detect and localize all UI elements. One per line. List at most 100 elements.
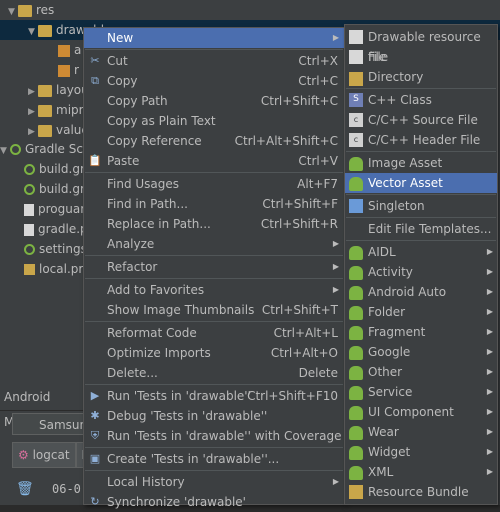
submenu-item-label: Widget xyxy=(368,445,411,459)
tab-logcat[interactable]: ⚙ logcat xyxy=(12,442,76,468)
submenu-arrow-icon: ▶ xyxy=(332,262,339,271)
submenu-arrow-icon: ▶ xyxy=(486,407,493,416)
menu-item[interactable]: Delete... Delete xyxy=(84,363,344,383)
droid-icon xyxy=(349,386,363,400)
submenu-item[interactable]: Edit File Templates... xyxy=(345,219,497,239)
submenu-item[interactable]: S C++ Class xyxy=(345,90,497,110)
folder-icon xyxy=(349,72,363,86)
submenu-item[interactable]: Image Asset xyxy=(345,153,497,173)
menu-item[interactable]: New ▶ xyxy=(84,28,344,48)
expand-arrow-icon[interactable]: ▼ xyxy=(0,141,10,161)
menu-item-label: Local History xyxy=(107,475,185,489)
submenu-arrow-icon: ▶ xyxy=(486,307,493,316)
submenu-item[interactable]: Android Auto ▶ xyxy=(345,282,497,302)
menu-item-label: Copy Reference xyxy=(107,134,202,148)
tree-item[interactable]: a xyxy=(48,40,81,60)
menu-item[interactable]: Optimize Imports Ctrl+Alt+O xyxy=(84,343,344,363)
cdoc-icon: c xyxy=(349,133,363,147)
menu-item[interactable]: 📋 Paste Ctrl+V xyxy=(84,151,344,171)
droid-icon xyxy=(349,406,363,420)
submenu-item[interactable]: UI Component ▶ xyxy=(345,402,497,422)
menu-separator xyxy=(85,49,343,50)
submenu-arrow-icon: ▶ xyxy=(486,327,493,336)
submenu-item[interactable]: Widget ▶ xyxy=(345,442,497,462)
tree-item[interactable]: ▼ res xyxy=(8,0,54,20)
menu-item[interactable]: Add to Favorites ▶ xyxy=(84,280,344,300)
menu-item[interactable]: ✂ Cut Ctrl+X xyxy=(84,51,344,71)
xml-icon xyxy=(58,44,70,57)
submenu-item[interactable]: XML ▶ xyxy=(345,462,497,482)
submenu-item[interactable]: Wear ▶ xyxy=(345,422,497,442)
menu-item-label: Paste xyxy=(107,154,140,168)
submenu-item-label: AIDL xyxy=(368,245,396,259)
submenu-item[interactable]: Folder ▶ xyxy=(345,302,497,322)
menu-item-label: Add to Favorites xyxy=(107,283,205,297)
menu-separator xyxy=(85,384,343,385)
context-menu: New ▶ ✂ Cut Ctrl+X ⧉ Copy Ctrl+C Copy Path Ctrl+S… xyxy=(83,27,345,509)
submenu-item[interactable]: AIDL ▶ xyxy=(345,242,497,262)
submenu-item[interactable]: Resource Bundle xyxy=(345,482,497,502)
menu-item-shortcut: Ctrl+Shift+C xyxy=(260,94,338,108)
device-selector[interactable]: Samsung xyxy=(12,413,95,435)
submenu-item[interactable]: c C/C++ Source File xyxy=(345,110,497,130)
submenu-item[interactable]: Other ▶ xyxy=(345,362,497,382)
menu-item[interactable]: Copy Reference Ctrl+Alt+Shift+C xyxy=(84,131,344,151)
menu-item-shortcut: Ctrl+Shift+R xyxy=(260,217,338,231)
menu-item-label: Delete... xyxy=(107,366,158,380)
submenu-item-label: Singleton xyxy=(368,199,425,213)
menu-separator xyxy=(85,278,343,279)
menu-item[interactable]: Copy as Plain Text xyxy=(84,111,344,131)
menu-item[interactable]: ▣ Create 'Tests in 'drawable''... xyxy=(84,449,344,469)
menu-item[interactable]: Analyze ▶ xyxy=(84,234,344,254)
expand-arrow-icon[interactable]: ▼ xyxy=(28,22,38,42)
menu-item-label: Find in Path... xyxy=(107,197,188,211)
menu-item[interactable]: ⧉ Copy Ctrl+C xyxy=(84,71,344,91)
expand-arrow-icon[interactable]: ▶ xyxy=(28,82,38,102)
tree-item-label: r xyxy=(74,63,79,77)
submenu-item[interactable]: Fragment ▶ xyxy=(345,322,497,342)
menu-item[interactable]: ↻ Synchronize 'drawable' xyxy=(84,492,344,512)
submenu-arrow-icon: ▶ xyxy=(486,387,493,396)
expand-arrow-icon[interactable]: ▼ xyxy=(8,2,18,22)
gradle-icon xyxy=(10,144,21,155)
submenu-item[interactable]: Singleton xyxy=(345,196,497,216)
tree-item[interactable]: proguard xyxy=(14,199,93,219)
menu-item[interactable]: ⛨ Run 'Tests in 'drawable'' with Coverage xyxy=(84,426,344,446)
submenu-item[interactable]: Google ▶ xyxy=(345,342,497,362)
submenu-item[interactable]: c C/C++ Header File xyxy=(345,130,497,150)
submenu-item-label: C/C++ Source File xyxy=(368,113,478,127)
menu-item-label: Copy xyxy=(107,74,138,88)
droid-icon xyxy=(349,366,363,380)
menu-item[interactable]: ▶ Run 'Tests in 'drawable'' Ctrl+Shift+F10 xyxy=(84,386,344,406)
tree-item-label: a xyxy=(74,43,82,57)
submenu-item[interactable]: Service ▶ xyxy=(345,382,497,402)
menu-item[interactable]: ✱ Debug 'Tests in 'drawable'' xyxy=(84,406,344,426)
menu-item-shortcut: Ctrl+Shift+F10 xyxy=(247,389,338,403)
submenu-item[interactable]: File xyxy=(345,47,497,67)
menu-item[interactable]: Find Usages Alt+F7 xyxy=(84,174,344,194)
submenu-arrow-icon: ▶ xyxy=(332,477,339,486)
log-line: 06-0 xyxy=(52,482,81,496)
expand-arrow-icon[interactable]: ▶ xyxy=(28,102,38,122)
submenu-item-label: Fragment xyxy=(368,325,426,339)
menu-item-icon: ✱ xyxy=(90,409,100,422)
menu-item[interactable]: Replace in Path... Ctrl+Shift+R xyxy=(84,214,344,234)
menu-item[interactable]: Find in Path... Ctrl+Shift+F xyxy=(84,194,344,214)
droid-icon xyxy=(349,466,363,480)
cbox-icon: S xyxy=(349,93,363,107)
submenu-item[interactable]: Drawable resource file xyxy=(345,27,497,64)
submenu-item[interactable]: Vector Asset xyxy=(345,173,497,193)
menu-item[interactable]: Copy Path Ctrl+Shift+C xyxy=(84,91,344,111)
submenu-item-label: Resource Bundle xyxy=(368,485,469,499)
menu-item-label: Debug 'Tests in 'drawable'' xyxy=(107,409,268,423)
tree-item[interactable]: r xyxy=(48,60,79,80)
trash-icon[interactable]: 🗑 xyxy=(16,481,34,499)
menu-item[interactable]: Reformat Code Ctrl+Alt+L xyxy=(84,323,344,343)
menu-item[interactable]: Refactor ▶ xyxy=(84,257,344,277)
menu-item[interactable]: Show Image Thumbnails Ctrl+Shift+T xyxy=(84,300,344,320)
submenu-item[interactable]: Activity ▶ xyxy=(345,262,497,282)
menu-item[interactable]: Local History ▶ xyxy=(84,472,344,492)
menu-item-label: Synchronize 'drawable' xyxy=(107,495,246,509)
submenu-arrow-icon: ▶ xyxy=(486,347,493,356)
submenu-item[interactable]: Directory xyxy=(345,67,497,87)
